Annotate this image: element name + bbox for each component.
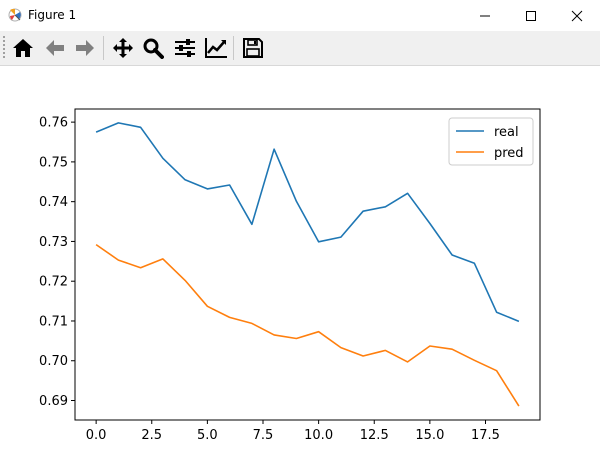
forward-arrow-icon [76,40,94,56]
home-icon [13,39,33,57]
minimize-button[interactable] [462,0,508,31]
window-title: Figure 1 [28,8,77,22]
minimize-icon [480,15,490,16]
x-tick-label: 5.0 [197,428,218,443]
close-icon [571,10,583,21]
configure-subplots-button[interactable] [171,34,199,62]
legend-label-real: real [494,125,519,140]
toolbar-separator [103,36,104,60]
y-tick-label: 0.71 [39,314,68,329]
pan-icon [113,38,133,58]
save-icon [243,38,263,58]
zoom-icon [143,38,164,59]
matplotlib-logo-icon [8,8,22,22]
x-tick-label: 7.5 [253,428,274,443]
legend-label-pred: pred [494,146,524,161]
save-button[interactable] [239,34,267,62]
back-arrow-icon [46,40,64,56]
series-line-pred [95,243,520,407]
y-tick-label: 0.73 [39,235,68,250]
y-tick-label: 0.75 [39,155,68,170]
x-tick-label: 2.5 [141,428,162,443]
y-tick-label: 0.69 [39,394,68,409]
y-tick-label: 0.74 [39,195,68,210]
edit-axis-icon [205,38,227,58]
back-button[interactable] [41,34,69,62]
title-bar: Figure 1 [0,0,600,31]
x-tick-label: 12.5 [360,428,389,443]
zoom-button[interactable] [139,34,167,62]
x-tick-label: 17.5 [471,428,500,443]
y-tick-label: 0.70 [39,354,68,369]
forward-button[interactable] [71,34,99,62]
home-button[interactable] [9,34,37,62]
toolbar-grip-icon [3,36,5,58]
line-chart: 0.69 0.70 0.71 0.72 0.73 0.74 0.75 0.76 0.0 2.5 5.… [39,108,541,443]
pan-button[interactable] [109,34,137,62]
maximize-button[interactable] [508,0,554,31]
x-tick-label: 0.0 [86,428,107,443]
subplots-config-icon [175,39,195,57]
edit-axis-button[interactable] [202,34,230,62]
close-button[interactable] [554,0,600,31]
figure-canvas[interactable]: 0.69 0.70 0.71 0.72 0.73 0.74 0.75 0.76 0.0 2.5 5.… [0,66,600,466]
navigation-toolbar [0,31,600,66]
maximize-icon [526,10,536,21]
x-tick-label: 10.0 [304,428,333,443]
y-tick-label: 0.76 [39,116,68,131]
y-tick-label: 0.72 [39,275,68,290]
toolbar-separator [233,36,234,60]
x-tick-label: 15.0 [415,428,444,443]
